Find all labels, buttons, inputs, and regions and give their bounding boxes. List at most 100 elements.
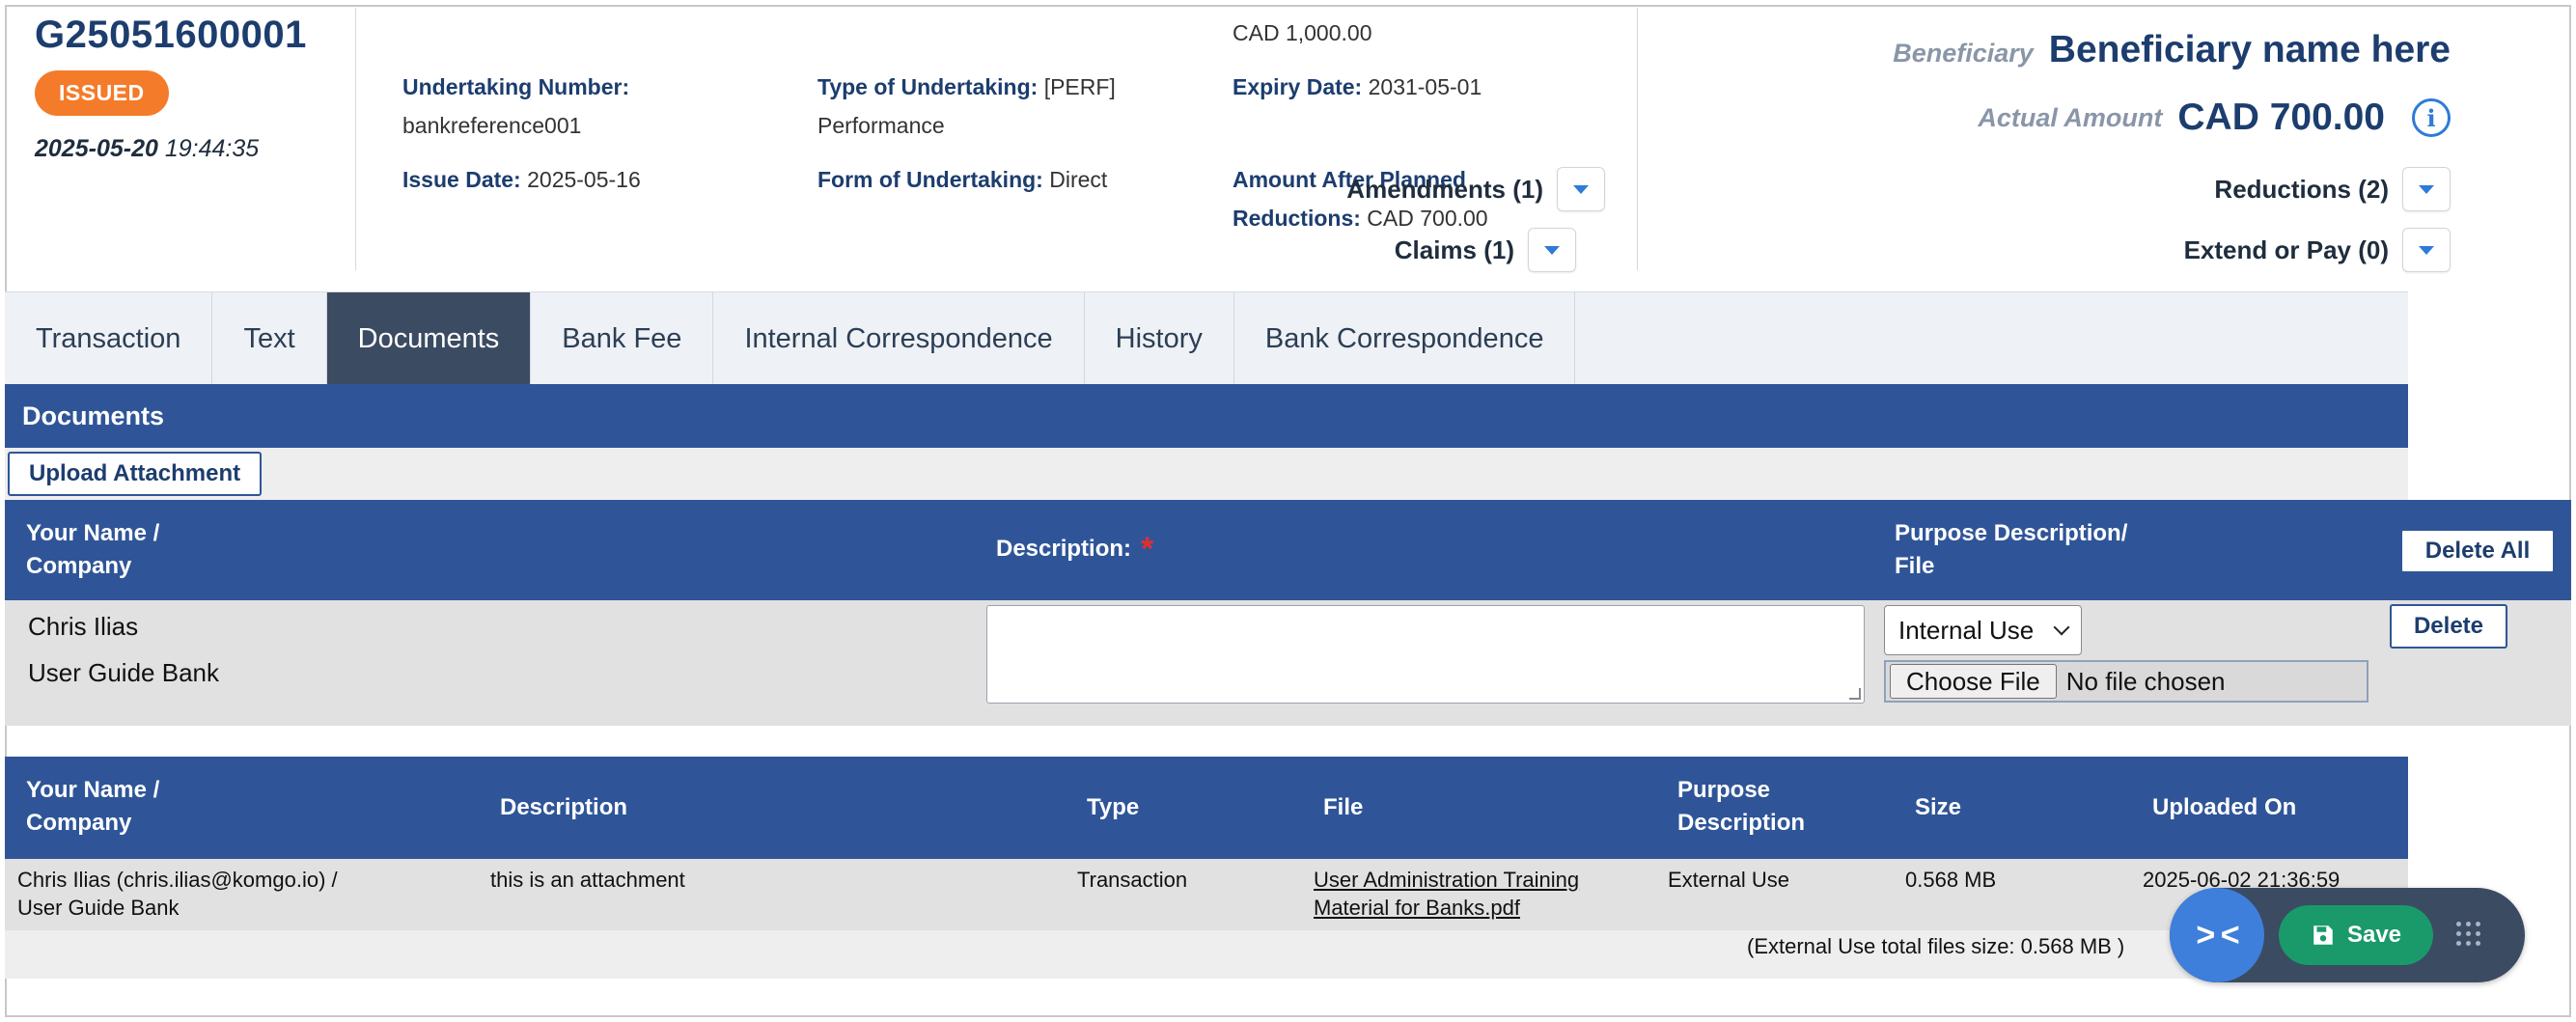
resize-handle-icon[interactable] — [1849, 688, 1861, 700]
extend-or-pay-label: Extend or Pay (0) — [2183, 235, 2389, 264]
form-value: Direct — [1049, 167, 1108, 192]
extend-or-pay-dropdown-button[interactable] — [2402, 228, 2451, 272]
claims-dropdown-button[interactable] — [1528, 228, 1576, 272]
tab-bank-correspondence[interactable]: Bank Correspondence — [1234, 292, 1576, 385]
col-name-header-line1: Your Name / — [26, 777, 160, 803]
no-file-text: No file chosen — [2065, 666, 2226, 696]
col-purpose-header-line1: Purpose — [1677, 777, 1771, 803]
actual-amount-row: Actual Amount CAD 700.00 i — [1978, 97, 2451, 139]
beneficiary-label: Beneficiary — [1893, 39, 2034, 68]
issued-timestamp: 2025-05-20 19:44:35 — [35, 135, 353, 163]
col-description-header: Description — [500, 794, 628, 820]
purpose-select-value: Internal Use — [1898, 615, 2035, 645]
expiry-label: Expiry Date: — [1233, 74, 1363, 99]
beneficiary-row: Beneficiary Beneficiary name here — [1893, 29, 2451, 71]
amendments-label: Amendments (1) — [1346, 174, 1543, 204]
floppy-disk-icon — [2313, 925, 2333, 945]
tab-bank-fee[interactable]: Bank Fee — [531, 292, 714, 385]
row-type-cell: Transaction — [1077, 868, 1188, 892]
expiry-date-field: Expiry Date: 2031-05-01 — [1233, 68, 1482, 106]
col-purpose-header: Purpose Description — [1677, 774, 1805, 840]
row-file-line2: Material for Banks.pdf — [1314, 896, 1520, 920]
form-description-label: Description: — [996, 536, 1132, 562]
info-icon[interactable]: i — [2412, 98, 2451, 137]
chevron-down-icon — [2053, 619, 2070, 636]
issue-date-label: Issue Date: — [402, 167, 521, 192]
tab-transaction[interactable]: Transaction — [5, 292, 213, 385]
caret-down-icon — [1544, 245, 1560, 255]
form-name-header-line2: Company — [26, 553, 132, 579]
form-purpose-header: Purpose Description/ File — [1895, 517, 2127, 583]
issue-date-value: 2025-05-16 — [527, 167, 641, 192]
beneficiary-name: Beneficiary name here — [2048, 29, 2451, 70]
row-name-line2: User Guide Bank — [17, 896, 180, 920]
issue-date-field: Issue Date: 2025-05-16 — [402, 160, 641, 199]
type-name: Performance — [817, 113, 945, 138]
save-label: Save — [2346, 922, 2402, 948]
caret-down-icon — [2419, 245, 2434, 255]
claims-label: Claims (1) — [1394, 235, 1514, 264]
tab-documents[interactable]: Documents — [326, 292, 532, 385]
caret-down-icon — [1573, 184, 1589, 194]
collapse-toolbar-button[interactable]: > < — [2170, 888, 2264, 982]
attachment-form-header: Your Name / Company Description: * Purpos… — [5, 500, 2571, 600]
form-label: Form of Undertaking: — [817, 167, 1043, 192]
delete-all-button[interactable]: Delete All — [2400, 529, 2555, 573]
col-name-header: Your Name / Company — [26, 774, 159, 840]
attachments-table-header: Your Name / Company Description Type Fil… — [5, 757, 2408, 859]
type-label: Type of Undertaking: — [817, 74, 1039, 99]
total-files-size: (External Use total files size: 0.568 MB… — [1747, 934, 2125, 958]
row-file-line1: User Administration Training — [1314, 868, 1580, 892]
required-icon: * — [1141, 531, 1154, 567]
row-description-cell: this is an attachment — [490, 868, 685, 892]
reductions-label: Reductions (2) — [2214, 174, 2389, 204]
type-code: [PERF] — [1043, 74, 1116, 99]
undertaking-number-field: Undertaking Number: bankreference001 — [402, 68, 629, 145]
form-name-header: Your Name / Company — [26, 517, 159, 583]
form-company: User Guide Bank — [28, 658, 219, 687]
tab-internal-correspondence[interactable]: Internal Correspondence — [713, 292, 1085, 385]
issued-time: 19:44:35 — [164, 135, 260, 162]
choose-file-button[interactable]: Choose File — [1890, 664, 2057, 699]
col-size-header: Size — [1915, 794, 1962, 820]
reductions-counter: Reductions (2) — [2214, 167, 2451, 211]
documents-section-title: Documents — [5, 384, 2408, 448]
expiry-value: 2031-05-01 — [1368, 74, 1482, 99]
form-user-name: Chris Ilias — [28, 612, 139, 641]
row-purpose-cell: External Use — [1668, 868, 1789, 892]
tab-text[interactable]: Text — [212, 292, 327, 385]
upload-strip — [5, 448, 2408, 500]
reductions-dropdown-button[interactable] — [2402, 167, 2451, 211]
col-file-header: File — [1323, 794, 1364, 820]
file-input[interactable]: Choose File No file chosen — [1884, 660, 2368, 703]
form-purpose-header-line2: File — [1895, 553, 1935, 579]
undertaking-number-value: bankreference001 — [402, 113, 582, 138]
transaction-reference: G25051600001 — [35, 14, 307, 56]
amendments-dropdown-button[interactable] — [1557, 167, 1605, 211]
col-name-header-line2: Company — [26, 810, 132, 836]
col-purpose-header-line2: Description — [1677, 810, 1806, 836]
tab-bar: Transaction Text Documents Bank Fee Inte… — [5, 291, 2408, 385]
top-amount: CAD 1,000.00 — [1233, 20, 1372, 45]
delete-button[interactable]: Delete — [2390, 604, 2507, 649]
tab-history[interactable]: History — [1085, 292, 1234, 385]
purpose-select[interactable]: Internal Use — [1884, 605, 2082, 655]
col-uploaded-on-header: Uploaded On — [2152, 794, 2297, 820]
actual-amount-value: CAD 700.00 — [2177, 97, 2385, 138]
upload-attachment-button[interactable]: Upload Attachment — [8, 452, 263, 496]
description-textarea[interactable] — [986, 605, 1865, 704]
after-reductions-label-2: Reductions: — [1233, 206, 1361, 231]
issued-date: 2025-05-20 — [35, 135, 158, 162]
col-type-header: Type — [1087, 794, 1140, 820]
row-name-line1: Chris Ilias (chris.ilias@komgo.io) / — [17, 868, 338, 892]
extend-or-pay-counter: Extend or Pay (0) — [2184, 228, 2451, 272]
caret-down-icon — [2419, 184, 2434, 194]
save-button[interactable]: Save — [2279, 905, 2433, 965]
type-of-undertaking-field: Type of Undertaking: [PERF] Performance — [817, 68, 1116, 145]
row-file-link[interactable]: User Administration Training Material fo… — [1314, 866, 1579, 922]
collapse-icon: > < — [2196, 916, 2239, 953]
undertaking-number-label: Undertaking Number: — [402, 74, 630, 99]
actual-amount-label: Actual Amount — [1978, 102, 2163, 132]
drag-handle-icon[interactable] — [2456, 922, 2483, 949]
amendments-counter: Amendments (1) — [1346, 167, 1605, 211]
